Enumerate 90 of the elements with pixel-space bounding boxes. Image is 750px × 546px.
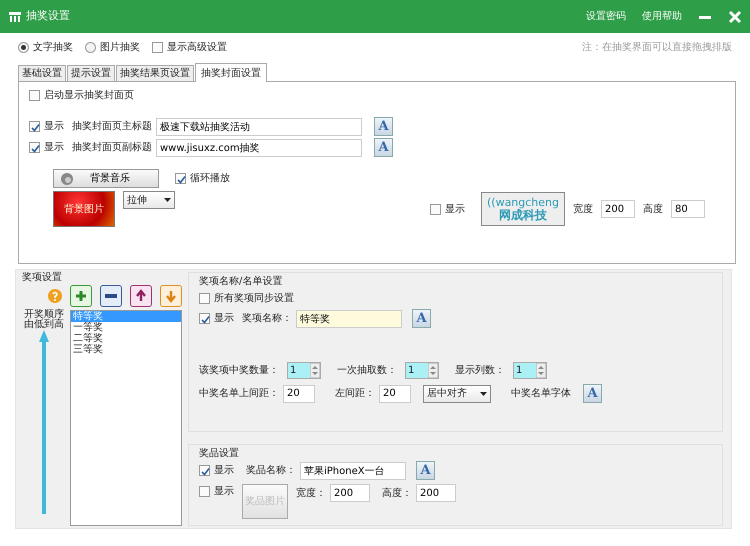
list-item[interactable]: 一等奖 (71, 322, 181, 333)
remove-button[interactable] (100, 285, 122, 307)
checkbox-label: 所有奖项同步设置 (214, 292, 294, 306)
font-button[interactable]: A (583, 384, 602, 403)
checkbox[interactable] (175, 173, 186, 184)
field-label: 左间距： (335, 387, 375, 401)
list-item[interactable]: 二等奖 (71, 333, 181, 344)
checkbox[interactable] (199, 465, 210, 476)
checkbox[interactable] (199, 313, 210, 324)
hint-text: 注：在抽奖界面可以直接拖拽排版 (582, 40, 732, 55)
number-spinner[interactable]: 1 (405, 362, 439, 379)
tab[interactable]: 抽奖结果页设置 (116, 65, 194, 81)
plus-icon (73, 288, 89, 304)
help-icon (48, 289, 62, 303)
music-button[interactable]: 背景音乐 (53, 169, 159, 188)
checkbox-label: 显示 (44, 120, 64, 134)
field-label: 该奖项中奖数量： (199, 364, 279, 378)
app-icon (8, 10, 22, 22)
list-item[interactable]: 三等奖 (71, 344, 181, 355)
radio-button[interactable] (18, 42, 29, 53)
field-label: 高度： (382, 486, 412, 500)
font-button[interactable]: A (374, 138, 393, 157)
tab[interactable]: 基础设置 (18, 65, 66, 81)
field-label: 一次抽取数： (337, 364, 397, 378)
text-field[interactable]: 特等奖 (296, 310, 402, 328)
checkbox-label: 循环播放 (190, 172, 230, 186)
disc-icon (60, 172, 74, 186)
checkbox[interactable] (199, 486, 210, 497)
checkbox-label: 显示 (214, 312, 234, 326)
radio-label: 文字抽奖 (33, 40, 73, 55)
text-field[interactable]: 200 (416, 484, 456, 502)
tab[interactable]: 抽奖封面设置 (195, 63, 267, 82)
field-label: 宽度： (296, 486, 326, 500)
field-label: 高度 (643, 202, 663, 216)
checkbox-label: 启动显示抽奖封面页 (44, 88, 134, 103)
dropdown[interactable]: 居中对齐 (423, 384, 491, 402)
text-field[interactable]: 苹果iPhoneX一台 (300, 462, 406, 480)
checkbox[interactable] (152, 42, 163, 53)
number-spinner[interactable]: 1 (287, 362, 321, 379)
field-label: 宽度 (573, 202, 593, 216)
group-title: 奖项设置 (22, 270, 63, 285)
checkbox-label: 显示 (214, 485, 234, 499)
field-label: 抽奖封面页副标题 (72, 140, 152, 155)
up-arrow-icon (133, 288, 149, 304)
order-label: 开奖顺序 (24, 310, 64, 320)
text-field[interactable]: 20 (283, 384, 315, 402)
window-title: 抽奖设置 (26, 8, 70, 24)
up-arrow-icon (39, 330, 49, 514)
text-field[interactable]: 200 (330, 484, 370, 502)
checkbox[interactable] (430, 204, 441, 214)
move-up-button[interactable] (130, 285, 152, 307)
checkbox-label: 显示 (445, 202, 465, 216)
caret-icon (164, 198, 171, 202)
text-field[interactable]: 80 (671, 200, 705, 218)
checkbox-label: 显示 (44, 141, 64, 155)
checkbox[interactable] (29, 121, 40, 132)
text-field[interactable]: 200 (601, 200, 635, 218)
font-button[interactable]: A (412, 309, 431, 328)
checkbox-label: 显示 (214, 464, 234, 478)
radio-button[interactable] (85, 42, 96, 53)
text-field[interactable]: 20 (379, 384, 411, 402)
text-field[interactable]: 极速下载站抽奖活动 (156, 118, 362, 136)
field-label: 奖品名称： (246, 464, 296, 478)
background-picture-button[interactable]: 背景图片 (53, 191, 115, 227)
minus-icon (105, 294, 117, 298)
order-label: 由低到高 (24, 320, 64, 330)
radio-label: 图片抽奖 (100, 40, 140, 55)
checkbox-label: 显示高级设置 (167, 40, 227, 55)
field-label: 中奖名单上间距： (199, 386, 279, 401)
field-label: 中奖名单字体 (511, 386, 571, 401)
group-title: 奖品设置 (199, 446, 240, 461)
list-box[interactable]: 特等奖 一等奖 二等奖 三等奖 (70, 310, 182, 526)
close-icon[interactable] (728, 10, 742, 24)
number-spinner[interactable]: 1 (513, 362, 547, 379)
down-arrow-icon (163, 288, 179, 304)
font-button[interactable]: A (416, 461, 435, 480)
font-button[interactable]: A (374, 117, 393, 136)
caret-icon (480, 392, 487, 396)
text-field[interactable]: www.jisuxz.com抽奖 (156, 138, 362, 156)
field-label: 显示列数： (455, 364, 505, 378)
checkbox[interactable] (29, 90, 40, 101)
add-button[interactable] (70, 285, 92, 307)
dropdown[interactable]: 拉伸 (123, 191, 175, 209)
move-down-button[interactable] (160, 285, 182, 307)
checkbox[interactable] (199, 293, 210, 304)
field-label: 抽奖封面页主标题 (72, 120, 152, 134)
group-title: 奖项名称/名单设置 (199, 274, 284, 289)
tab[interactable]: 提示设置 (67, 65, 115, 81)
field-label: 奖项名称： (242, 312, 292, 326)
checkbox[interactable] (29, 142, 40, 153)
